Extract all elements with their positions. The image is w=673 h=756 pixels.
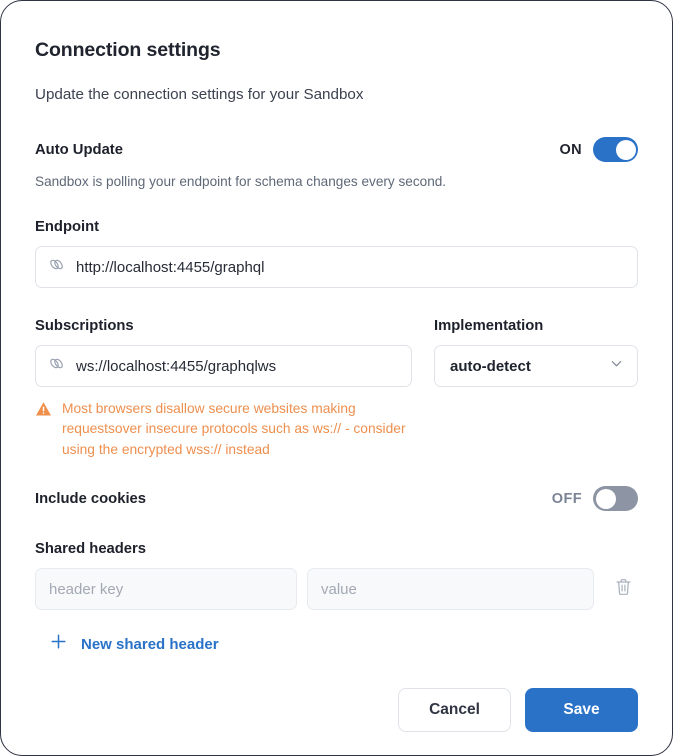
subscriptions-warning-text: Most browsers disallow secure websites m… bbox=[62, 401, 406, 457]
save-button[interactable]: Save bbox=[525, 688, 638, 732]
subscriptions-input-value: ws://localhost:4455/graphqlws bbox=[76, 357, 277, 375]
link-icon bbox=[48, 355, 65, 377]
include-cookies-toggle[interactable] bbox=[593, 486, 638, 512]
auto-update-toggle[interactable] bbox=[593, 137, 638, 162]
include-cookies-toggle-group[interactable]: OFF bbox=[551, 486, 638, 512]
warning-triangle-icon bbox=[35, 401, 52, 460]
implementation-select[interactable]: auto-detect bbox=[434, 345, 638, 387]
subscriptions-input[interactable]: ws://localhost:4455/graphqlws bbox=[35, 345, 412, 387]
dialog-footer: Cancel Save bbox=[398, 688, 638, 732]
header-key-input[interactable]: header key bbox=[35, 568, 297, 611]
page-title: Connection settings bbox=[35, 39, 221, 61]
subscriptions-field-block: Subscriptions ws://localhost:4455/graphq… bbox=[35, 318, 412, 387]
include-cookies-label: Include cookies bbox=[35, 490, 147, 507]
implementation-label: Implementation bbox=[434, 318, 544, 334]
header-value-input[interactable]: value bbox=[307, 568, 594, 611]
shared-headers-block: Shared headers header key value New shar… bbox=[35, 541, 638, 656]
shared-header-row: header key value bbox=[35, 568, 638, 611]
endpoint-input-value: http://localhost:4455/graphql bbox=[76, 258, 265, 276]
endpoint-input[interactable]: http://localhost:4455/graphql bbox=[35, 246, 638, 288]
auto-update-label: Auto Update bbox=[35, 141, 123, 158]
auto-update-toggle-group[interactable]: ON bbox=[559, 137, 638, 162]
endpoint-field-block: Endpoint http://localhost:4455/graphql bbox=[35, 219, 638, 288]
trash-icon bbox=[614, 577, 633, 602]
link-icon bbox=[48, 256, 65, 278]
auto-update-helper-text: Sandbox is polling your endpoint for sch… bbox=[35, 174, 447, 189]
chevron-down-icon bbox=[609, 356, 624, 376]
subscriptions-label: Subscriptions bbox=[35, 318, 134, 334]
header-key-placeholder: header key bbox=[49, 580, 124, 598]
subscriptions-implementation-row: Subscriptions ws://localhost:4455/graphq… bbox=[35, 318, 638, 387]
cancel-button[interactable]: Cancel bbox=[398, 688, 511, 732]
shared-headers-label: Shared headers bbox=[35, 541, 147, 558]
endpoint-label: Endpoint bbox=[35, 219, 100, 235]
auto-update-row: Auto Update ON bbox=[35, 137, 638, 162]
dialog-subtitle: Update the connection settings for your … bbox=[35, 86, 364, 103]
new-shared-header-button[interactable]: New shared header bbox=[49, 632, 638, 656]
header-value-placeholder: value bbox=[321, 580, 357, 598]
toggle-knob bbox=[615, 139, 636, 160]
toggle-knob bbox=[595, 488, 616, 509]
include-cookies-state-text: OFF bbox=[551, 490, 582, 507]
new-shared-header-label: New shared header bbox=[81, 635, 219, 653]
plus-icon bbox=[49, 632, 68, 656]
include-cookies-row: Include cookies OFF bbox=[35, 486, 638, 512]
subscriptions-warning: Most browsers disallow secure websites m… bbox=[35, 399, 407, 460]
auto-update-state-text: ON bbox=[559, 141, 582, 158]
implementation-field-block: Implementation auto-detect bbox=[434, 318, 638, 387]
connection-settings-dialog: Connection settings Update the connectio… bbox=[0, 0, 673, 756]
implementation-select-value: auto-detect bbox=[450, 357, 531, 375]
delete-header-button[interactable] bbox=[608, 574, 638, 604]
